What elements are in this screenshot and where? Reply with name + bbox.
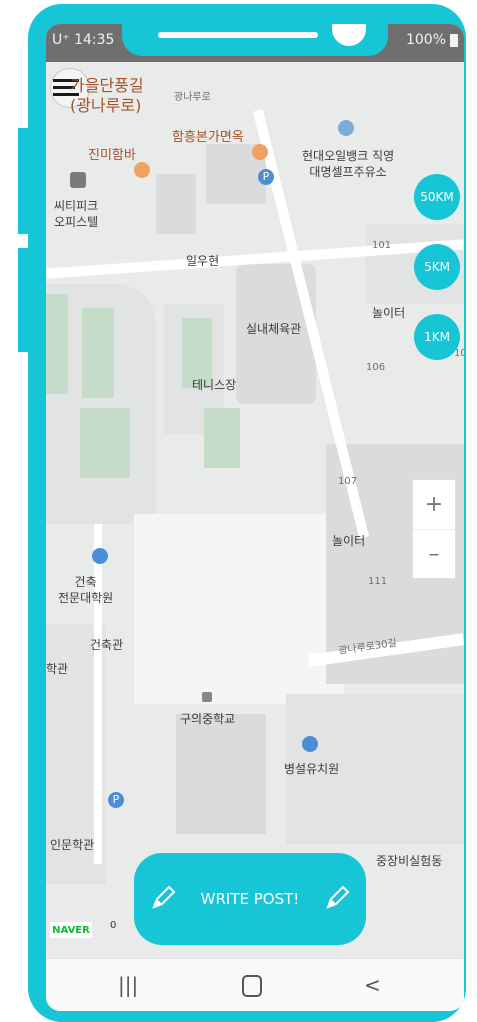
home-icon[interactable] <box>242 975 262 997</box>
map-label: 건축 전문대학원 <box>58 575 114 605</box>
map-label: 일우현 <box>186 254 220 268</box>
map-label: 놀이터 <box>372 306 406 320</box>
write-post-label: WRITE POST! <box>200 890 300 908</box>
map-label: 107 <box>338 476 358 487</box>
battery-icon <box>450 34 458 47</box>
map-label: 테니스장 <box>192 378 237 392</box>
radius-5km-button[interactable]: 5KM <box>414 244 460 290</box>
school-building-icon[interactable] <box>202 692 212 702</box>
map-label: 씨티피크 오피스텔 <box>54 199 99 229</box>
camera-icon <box>332 24 366 46</box>
map-label: 인문학관 <box>50 838 95 852</box>
map-scale: 0 <box>110 920 117 931</box>
pencil-icon <box>326 885 350 909</box>
parking-icon[interactable]: P <box>108 792 124 808</box>
map-label: 구의중학교 <box>180 712 236 726</box>
map-label: 학관 <box>46 662 69 676</box>
battery-level: 100% <box>405 32 446 48</box>
system-nav-bar: ||| < <box>46 958 464 1011</box>
map-label: 병설유치원 <box>284 762 340 776</box>
current-area-label: 가을단풍길 (광나루로) <box>70 76 144 115</box>
app-screen: P P 광나루로 함흥본가면옥 진미함바 현대오일뱅크 직영 대명셀프주유소 씨… <box>46 24 464 1011</box>
restaurant-pin-icon[interactable] <box>134 162 150 178</box>
radius-50km-button[interactable]: 50KM <box>414 174 460 220</box>
map-view[interactable]: P P 광나루로 함흥본가면옥 진미함바 현대오일뱅크 직영 대명셀프주유소 씨… <box>46 24 464 959</box>
school-pin-icon[interactable] <box>92 548 108 564</box>
gas-station-icon[interactable] <box>338 120 354 136</box>
naver-logo: NAVER <box>50 922 92 938</box>
map-label: 진미함바 <box>88 148 136 163</box>
carrier-time: U⁺ 14:35 <box>52 32 115 48</box>
write-post-button[interactable]: WRITE POST! <box>134 853 366 945</box>
zoom-in-button[interactable]: + <box>413 480 455 530</box>
map-label: 중장비실험동 <box>376 854 443 868</box>
radius-1km-button[interactable]: 1KM <box>414 314 460 360</box>
zoom-out-button[interactable]: – <box>413 530 455 579</box>
zoom-control: + – <box>412 479 456 579</box>
phone-notch <box>122 24 388 56</box>
map-label: 실내체육관 <box>246 322 302 336</box>
map-label: 106 <box>366 362 386 373</box>
map-label: 111 <box>368 576 388 587</box>
speaker-icon <box>158 32 318 38</box>
parking-icon[interactable]: P <box>258 169 274 185</box>
back-icon[interactable]: < <box>364 973 381 997</box>
recent-apps-icon[interactable]: ||| <box>118 973 138 997</box>
map-label: 현대오일뱅크 직영 대명셀프주유소 <box>302 149 395 179</box>
pencil-icon <box>152 885 176 909</box>
power-button <box>18 248 28 352</box>
map-label: 건축관 <box>90 638 124 652</box>
restaurant-pin-icon[interactable] <box>252 144 268 160</box>
map-label: 광나루로 <box>174 92 211 103</box>
map-label: 101 <box>372 240 392 251</box>
kindergarten-pin-icon[interactable] <box>302 736 318 752</box>
building-icon[interactable] <box>70 172 86 188</box>
map-label: 함흥본가면옥 <box>172 130 244 145</box>
volume-button <box>18 128 28 234</box>
map-label: 놀이터 <box>332 534 366 548</box>
